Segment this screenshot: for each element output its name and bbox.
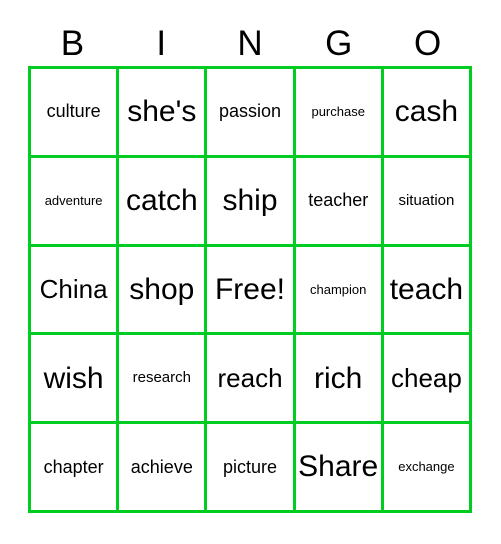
bingo-cell-label: Share [298, 450, 379, 484]
bingo-cell[interactable]: cash [383, 69, 473, 158]
bingo-cell-label: chapter [43, 456, 104, 477]
bingo-cell[interactable]: Share [295, 424, 384, 513]
bingo-cell-label: she's [127, 95, 197, 129]
bingo-cell[interactable]: ship [207, 157, 296, 247]
bingo-cell[interactable]: situation [383, 157, 473, 247]
bingo-cell-label: adventure [44, 192, 103, 208]
header-letter-o: O [413, 23, 442, 63]
bingo-card: B I N G O culture she's passion purchase… [0, 0, 501, 544]
bingo-cell[interactable]: chapter [31, 424, 120, 513]
bingo-cell[interactable]: picture [207, 424, 296, 513]
bingo-row: culture she's passion purchase cash [31, 69, 473, 158]
bingo-cell[interactable]: purchase [295, 69, 384, 158]
bingo-cell[interactable]: research [119, 335, 208, 425]
bingo-cell-label: exchange [398, 459, 455, 475]
bingo-cell-label: situation [398, 191, 455, 209]
bingo-cell[interactable]: she's [119, 69, 208, 158]
header-letter-g: G [325, 23, 353, 63]
bingo-free-space-label: Free! [214, 272, 286, 306]
header-letter-n: N [237, 23, 263, 63]
bingo-cell[interactable]: wish [31, 335, 120, 425]
bingo-cell[interactable]: teacher [295, 157, 384, 247]
bingo-cell-label: champion [310, 281, 367, 297]
bingo-cell[interactable]: passion [207, 69, 296, 158]
bingo-cell-label: cheap [390, 362, 462, 393]
bingo-cell-label: culture [46, 101, 101, 122]
bingo-cell-label: achieve [130, 456, 193, 477]
bingo-cell-label: purchase [311, 104, 365, 120]
bingo-cell-label: ship [222, 183, 278, 217]
bingo-row: adventure catch ship teacher situation [31, 157, 473, 247]
bingo-cell-label: passion [218, 101, 282, 122]
bingo-cell-label: China [39, 273, 108, 304]
bingo-cell-label: cash [394, 95, 459, 129]
bingo-row: chapter achieve picture Share exchange [31, 424, 473, 513]
bingo-cell[interactable]: exchange [383, 424, 473, 513]
header-letter-i: I [156, 23, 167, 63]
bingo-header: B I N G O [28, 20, 472, 66]
bingo-row: wish research reach rich cheap [31, 335, 473, 425]
bingo-cell-label: rich [314, 361, 363, 395]
bingo-cell[interactable]: China [31, 246, 120, 336]
bingo-cell[interactable]: adventure [31, 157, 120, 247]
bingo-cell-label: shop [129, 272, 195, 306]
bingo-cell-label: reach [217, 362, 283, 393]
bingo-cell-label: catch [125, 183, 198, 217]
bingo-cell[interactable]: catch [119, 157, 208, 247]
bingo-cell-label: research [132, 369, 191, 387]
bingo-cell[interactable]: teach [383, 246, 473, 336]
bingo-grid: culture she's passion purchase cash adve… [28, 66, 473, 513]
bingo-cell[interactable]: cheap [383, 335, 473, 425]
bingo-cell[interactable]: reach [207, 335, 296, 425]
bingo-row: China shop Free! champion teach [31, 246, 473, 336]
bingo-cell[interactable]: culture [31, 69, 120, 158]
bingo-cell-label: wish [43, 361, 104, 395]
bingo-cell-label: teach [389, 272, 464, 306]
bingo-cell[interactable]: achieve [119, 424, 208, 513]
bingo-cell-free-space[interactable]: Free! [207, 246, 296, 336]
header-letter-b: B [60, 23, 85, 63]
bingo-cell-label: picture [222, 456, 278, 477]
bingo-cell-label: teacher [308, 190, 369, 211]
bingo-cell[interactable]: shop [119, 246, 208, 336]
bingo-cell[interactable]: champion [295, 246, 384, 336]
bingo-cell[interactable]: rich [295, 335, 384, 425]
